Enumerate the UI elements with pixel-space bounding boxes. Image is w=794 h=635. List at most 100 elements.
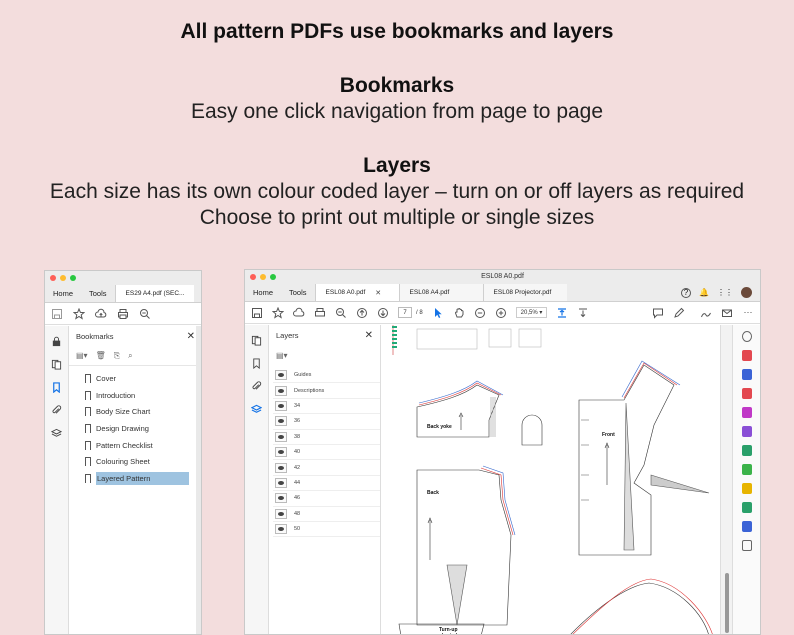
eye-icon[interactable] — [275, 493, 287, 504]
more-tools-icon[interactable] — [741, 540, 752, 551]
bookmark-item[interactable]: Colouring Sheet — [69, 453, 201, 470]
zoom-level-select[interactable]: 20,5% ▾ — [515, 307, 548, 318]
layer-row: 48 — [273, 507, 380, 522]
document-tab-projector[interactable]: ESL08 Projector.pdf — [482, 284, 567, 301]
protect-icon[interactable] — [741, 521, 752, 532]
comment-tool-icon[interactable] — [741, 483, 752, 494]
bookmark-panel-icon[interactable] — [251, 358, 262, 369]
previous-page-icon[interactable] — [356, 307, 368, 319]
lock-icon[interactable] — [51, 336, 62, 347]
panel-splitter[interactable] — [196, 326, 201, 634]
bookmark-item[interactable]: Layered Pattern — [69, 470, 201, 487]
zoom-search-icon[interactable] — [741, 331, 752, 342]
bookmark-panel-icon[interactable] — [51, 382, 62, 393]
close-icon[interactable]: ✕ — [365, 330, 373, 341]
document-tab-a4[interactable]: ESL08 A4.pdf — [398, 284, 483, 301]
avatar[interactable] — [741, 287, 752, 298]
eye-icon[interactable] — [275, 524, 287, 535]
compress-pdf-icon[interactable] — [741, 464, 752, 475]
acrobat-window-bookmarks: Home Tools ES29 A4.pdf (SEC... Bookmarks… — [44, 270, 202, 635]
close-tab-icon[interactable]: ✕ — [375, 289, 381, 297]
find-bookmark-icon[interactable]: ⌕ — [128, 351, 132, 361]
save-icon[interactable] — [51, 308, 63, 320]
eye-icon[interactable] — [275, 508, 287, 519]
eye-icon[interactable] — [275, 431, 287, 442]
print-icon[interactable] — [117, 308, 129, 320]
star-icon[interactable] — [272, 306, 284, 319]
share-mail-icon[interactable] — [721, 307, 733, 319]
layers-panel-icon[interactable] — [251, 404, 262, 415]
eye-icon[interactable] — [275, 462, 287, 473]
bookmark-item[interactable]: Cover — [69, 370, 201, 387]
zoom-window-button[interactable] — [70, 275, 76, 281]
delete-icon[interactable]: 🗑 — [96, 351, 106, 360]
select-cursor-icon[interactable] — [432, 307, 444, 319]
document-tab[interactable]: ES29 A4.pdf (SEC... — [114, 285, 195, 302]
zoom-in-circle-icon[interactable] — [495, 307, 507, 319]
eye-icon[interactable] — [275, 416, 287, 427]
comment-icon[interactable] — [652, 307, 664, 319]
pen-icon[interactable] — [673, 307, 685, 319]
layers-heading: Layers — [363, 154, 431, 177]
print-icon[interactable] — [314, 307, 326, 319]
save-icon[interactable] — [251, 307, 263, 319]
bookmarks-panel-title: Bookmarks — [76, 331, 114, 341]
edit-pdf-icon[interactable] — [741, 407, 752, 418]
bookmark-item[interactable]: Design Drawing — [69, 420, 201, 437]
vertical-scrollbar[interactable] — [720, 325, 732, 634]
export-pdf-icon[interactable] — [741, 445, 752, 456]
bell-icon[interactable]: 🔔 — [699, 288, 709, 297]
tab-home[interactable]: Home — [245, 284, 281, 301]
more-icon[interactable]: ⋯ — [742, 307, 754, 319]
eye-icon[interactable] — [275, 400, 287, 411]
options-menu-icon[interactable]: ▤▾ — [76, 351, 88, 360]
layer-label: 44 — [294, 479, 301, 486]
layer-row: 40 — [273, 445, 380, 461]
fill-sign-icon[interactable] — [741, 426, 752, 437]
star-icon[interactable] — [73, 307, 85, 320]
apps-grid-icon[interactable]: ⋮⋮ — [717, 288, 733, 297]
attachment-icon[interactable] — [51, 405, 62, 416]
minimize-window-button[interactable] — [60, 275, 66, 281]
options-menu-icon[interactable]: ▤▾ — [276, 351, 288, 360]
close-icon[interactable]: ✕ — [187, 331, 195, 342]
next-page-icon[interactable] — [377, 307, 389, 319]
new-bookmark-icon[interactable]: ⎘ — [114, 351, 120, 361]
tab-tools[interactable]: Tools — [81, 285, 115, 302]
scan-ocr-icon[interactable] — [741, 502, 752, 513]
window-title: ESL08 A0.pdf — [481, 273, 524, 280]
page-layout-icon[interactable] — [556, 307, 568, 319]
tab-bar: Home Tools ESL08 A0.pdf ✕ ESL08 A4.pdf ES… — [245, 284, 760, 302]
eye-icon[interactable] — [275, 447, 287, 458]
layers-panel-icon[interactable] — [51, 428, 62, 439]
zoom-out-circle-icon[interactable] — [474, 307, 486, 319]
upload-cloud-icon[interactable] — [293, 307, 305, 319]
pages-icon[interactable] — [51, 359, 62, 370]
scrollbar-thumb[interactable] — [725, 573, 729, 633]
eye-icon[interactable] — [275, 370, 287, 381]
upload-cloud-icon[interactable] — [95, 308, 107, 320]
combine-files-icon[interactable] — [741, 369, 752, 380]
organize-pages-icon[interactable] — [741, 388, 752, 399]
zoom-out-icon[interactable] — [335, 307, 347, 319]
bookmark-item[interactable]: Introduction — [69, 387, 201, 404]
document-tab-a0[interactable]: ESL08 A0.pdf ✕ — [314, 284, 399, 301]
zoom-out-icon[interactable] — [139, 308, 151, 320]
sign-icon[interactable] — [700, 307, 712, 319]
help-icon[interactable]: ? — [681, 287, 692, 298]
bookmark-icon — [85, 457, 91, 467]
scroll-mode-icon[interactable] — [577, 307, 589, 319]
bookmark-item[interactable]: Body Size Chart — [69, 403, 201, 420]
eye-icon[interactable] — [275, 385, 287, 396]
bookmark-item[interactable]: Pattern Checklist — [69, 437, 201, 454]
eye-icon[interactable] — [275, 477, 287, 488]
create-pdf-icon[interactable] — [741, 350, 752, 361]
attachment-icon[interactable] — [251, 381, 262, 392]
close-window-button[interactable] — [50, 275, 56, 281]
tab-home[interactable]: Home — [45, 285, 81, 302]
tab-tools[interactable]: Tools — [281, 284, 315, 301]
page-number-input[interactable]: 7 — [398, 307, 412, 318]
toolbar — [45, 303, 201, 325]
pages-icon[interactable] — [251, 335, 262, 346]
hand-tool-icon[interactable] — [453, 307, 465, 319]
